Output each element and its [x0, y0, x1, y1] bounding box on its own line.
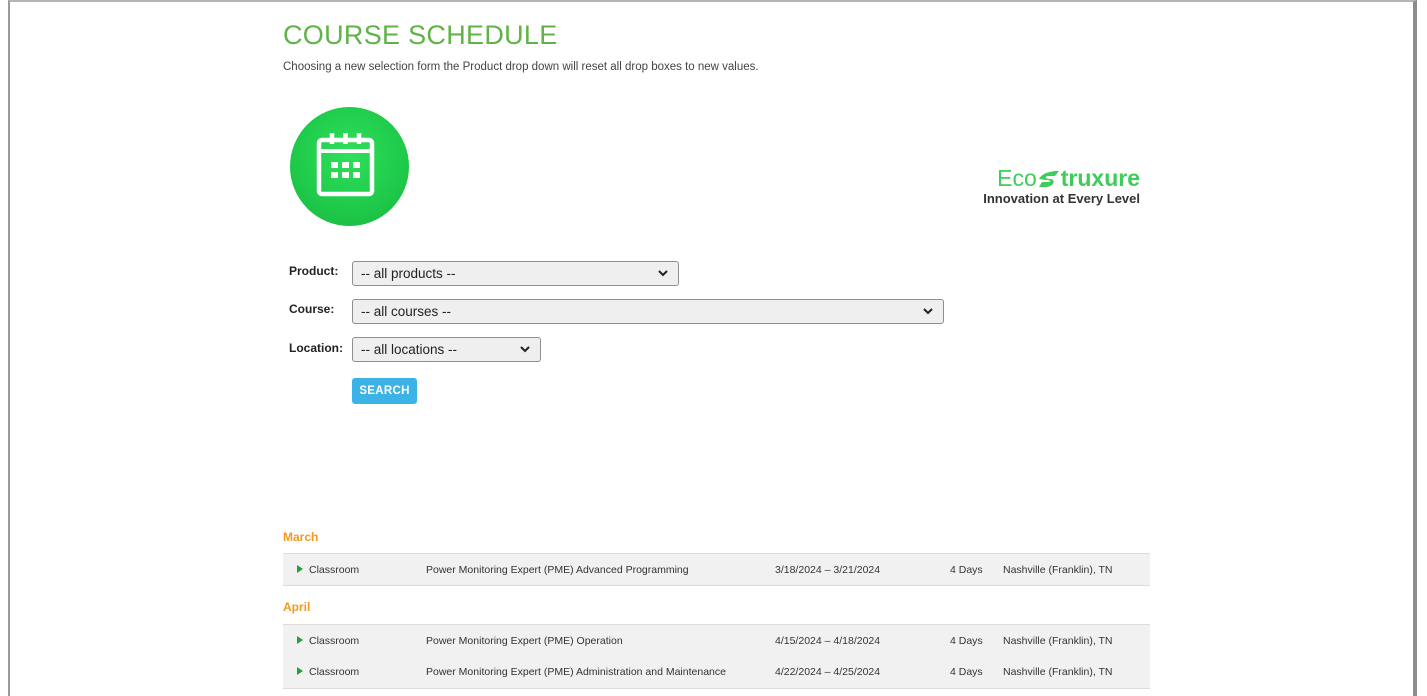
course-dates: 4/22/2024 – 4/25/2024	[775, 666, 881, 678]
course-dates: 4/15/2024 – 4/18/2024	[775, 635, 881, 647]
brand-s-glyph	[1038, 171, 1059, 187]
page-subtitle: Choosing a new selection form the Produc…	[283, 61, 759, 73]
page-frame	[8, 0, 1417, 696]
course-type: Classroom	[309, 666, 360, 678]
course-title: Power Monitoring Expert (PME) Advanced P…	[426, 564, 689, 576]
calendar-icon	[316, 133, 375, 197]
location-label: Location:	[289, 341, 343, 355]
course-select-value: -- all courses --	[361, 304, 452, 319]
course-duration: 4 Days	[950, 564, 983, 576]
location-select-value: -- all locations --	[361, 342, 458, 357]
course-type: Classroom	[309, 635, 360, 647]
ecostruxure-logo: Eco truxure Innovation at Every Level	[940, 166, 1140, 206]
course-duration: 4 Days	[950, 635, 983, 647]
course-label: Course:	[289, 302, 335, 316]
brand-name-prefix: Eco	[997, 165, 1037, 191]
chevron-down-icon	[658, 270, 668, 277]
course-duration: 4 Days	[950, 666, 983, 678]
course-type: Classroom	[309, 564, 360, 576]
product-select-value: -- all products --	[361, 266, 456, 281]
course-location: Nashville (Franklin), TN	[1003, 564, 1113, 576]
month-heading-march: March	[283, 530, 319, 544]
brand-tagline: Innovation at Every Level	[983, 191, 1140, 206]
product-select[interactable]: -- all products --	[352, 261, 679, 286]
course-row[interactable]: Classroom Power Monitoring Expert (PME) …	[283, 624, 1150, 657]
course-row[interactable]: Classroom Power Monitoring Expert (PME) …	[283, 656, 1150, 689]
course-dates: 3/18/2024 – 3/21/2024	[775, 564, 881, 576]
chevron-down-icon	[923, 308, 933, 315]
play-triangle-icon[interactable]	[297, 565, 303, 573]
course-row[interactable]: Classroom Power Monitoring Expert (PME) …	[283, 553, 1150, 586]
course-location: Nashville (Franklin), TN	[1003, 666, 1113, 678]
play-triangle-icon[interactable]	[297, 667, 303, 675]
month-heading-april: April	[283, 600, 311, 614]
chevron-down-icon	[520, 346, 530, 353]
calendar-badge	[290, 107, 409, 226]
search-button[interactable]: SEARCH	[352, 378, 417, 404]
product-label: Product:	[289, 264, 339, 278]
location-select[interactable]: -- all locations --	[352, 337, 541, 362]
page-title: COURSE SCHEDULE	[283, 20, 558, 50]
course-select[interactable]: -- all courses --	[352, 299, 944, 324]
brand-name: Eco truxure	[940, 166, 1140, 190]
course-title: Power Monitoring Expert (PME) Administra…	[426, 666, 726, 678]
play-triangle-icon[interactable]	[297, 636, 303, 644]
course-title: Power Monitoring Expert (PME) Operation	[426, 635, 623, 647]
brand-name-suffix: truxure	[1060, 165, 1140, 191]
course-location: Nashville (Franklin), TN	[1003, 635, 1113, 647]
